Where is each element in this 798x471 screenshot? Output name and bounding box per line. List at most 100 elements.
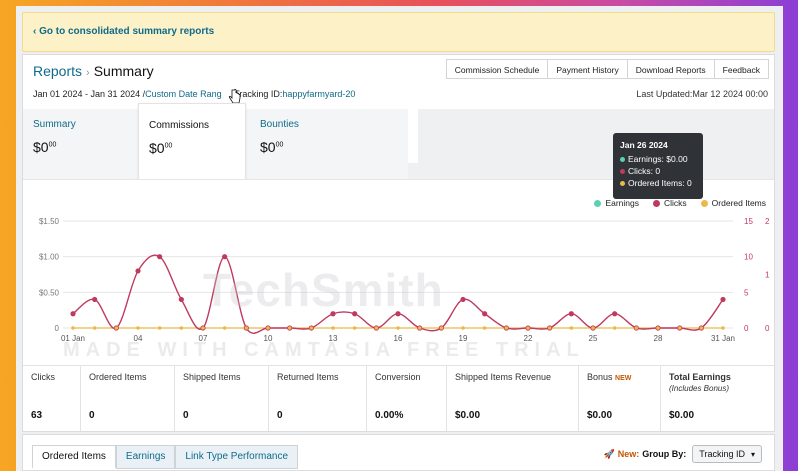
ordered-items-point xyxy=(699,326,704,330)
summary-tile-value: $000 xyxy=(33,139,57,155)
clicks-point xyxy=(482,311,488,317)
new-label: New: xyxy=(617,449,640,459)
clicks-point xyxy=(92,296,98,303)
ordered-items-point xyxy=(287,326,292,330)
ordered-items-point xyxy=(352,326,357,330)
ordered-items-point xyxy=(591,326,595,330)
ordered-items-point xyxy=(396,326,400,330)
ordered-items-point xyxy=(656,326,660,330)
y-right-clicks-tick: 5 xyxy=(744,288,749,297)
ordered-items-tab[interactable]: Ordered Items xyxy=(32,445,116,469)
ordered-items-point xyxy=(157,326,162,330)
ordered-items-point xyxy=(569,326,574,330)
ordered-items-point xyxy=(374,326,379,330)
earnings-tab[interactable]: Earnings xyxy=(115,445,176,469)
last-updated: Last Updated:Mar 12 2024 00:00 xyxy=(636,89,768,99)
tooltip-earnings-dot-icon xyxy=(620,156,625,162)
tooltip-earnings: Earnings: $0.00 xyxy=(628,154,688,164)
ordered-items-point xyxy=(461,326,465,330)
group-by-select[interactable]: Tracking ID ▾ xyxy=(692,445,762,463)
summary-filler xyxy=(408,109,774,179)
ordered-items-point xyxy=(504,326,509,330)
stat-bonus: Bonus NEW $0.00 xyxy=(579,366,661,431)
download-reports-tab[interactable]: Download Reports xyxy=(626,59,714,79)
camtasia-watermark: MADE WITH CAMTASIA FREE TRIAL xyxy=(63,339,585,361)
tooltip-date: Jan 26 2024 xyxy=(620,140,668,150)
ordered-items-point xyxy=(547,326,552,330)
tracking-id-link[interactable]: happyfarmyard-20 xyxy=(282,89,355,99)
x-tick: 28 xyxy=(654,334,663,343)
ordered-items-point xyxy=(244,326,249,330)
date-range-row: Jan 01 2024 - Jan 31 2024 /Custom Date R… xyxy=(33,89,355,99)
commissions-tile[interactable]: Commissions $000 xyxy=(138,103,246,183)
y-right-clicks-tick: 15 xyxy=(744,217,753,226)
group-by-label: Group By: xyxy=(642,449,687,459)
ordered-items-point xyxy=(612,326,617,330)
breadcrumb: Reports › Summary xyxy=(33,63,154,79)
clicks-point xyxy=(568,311,574,317)
chevron-down-icon: ▾ xyxy=(750,449,755,459)
ordered-items-point xyxy=(92,326,97,330)
summary-tile[interactable]: Summary $000 xyxy=(23,109,138,179)
breadcrumb-reports-link[interactable]: Reports xyxy=(33,63,82,79)
y-right-ordered-tick: 2 xyxy=(765,217,770,226)
chart-tooltip: Jan 26 2024 Earnings: $0.00 Clicks: 0 Or… xyxy=(613,133,703,199)
ordered-items-point xyxy=(677,326,682,330)
stats-row: Clicks 63 Ordered Items 0 Shipped Items 0 R… xyxy=(23,365,774,431)
ordered-items-point xyxy=(222,326,227,330)
stat-clicks: Clicks 63 xyxy=(23,366,81,431)
report-tabs: Commission Schedule Payment History Down… xyxy=(445,59,769,79)
y-left-tick: $0.50 xyxy=(39,288,60,297)
tooltip-ordered-dot-icon xyxy=(620,180,625,186)
y-left-tick: $1.50 xyxy=(39,217,60,226)
clicks-point xyxy=(720,296,726,303)
techsmith-watermark: TechSmith xyxy=(203,264,444,316)
ordered-items-point xyxy=(179,326,184,330)
summary-tile-label: Summary xyxy=(33,119,76,130)
consolidated-banner: ‹ Go to consolidated summary reports xyxy=(22,12,775,52)
summary-divider xyxy=(408,109,418,163)
group-by: 🚀 New: Group By: Tracking ID ▾ xyxy=(604,445,762,463)
link-type-performance-tab[interactable]: Link Type Performance xyxy=(175,445,299,469)
stat-shipped-revenue: Shipped Items Revenue $0.00 xyxy=(447,366,579,431)
tracking-id-label: Tracking ID: xyxy=(234,89,283,99)
stat-returned-items: Returned Items 0 xyxy=(269,366,367,431)
ordered-items-point xyxy=(482,326,487,330)
tooltip-ordered: Ordered Items: 0 xyxy=(628,178,692,188)
commissions-tile-value: $000 xyxy=(149,140,173,156)
ordered-items-point xyxy=(71,326,75,330)
ordered-items-point xyxy=(114,326,119,330)
app-frame: ‹ Go to consolidated summary reports Rep… xyxy=(16,6,783,471)
bounties-tile-value: $000 xyxy=(260,139,284,155)
ordered-items-point xyxy=(526,326,530,330)
new-badge: NEW xyxy=(615,375,632,382)
custom-date-range-link[interactable]: Custom Date Rang xyxy=(145,89,222,99)
date-range-text: Jan 01 2024 - Jan 31 2024 / xyxy=(33,89,146,99)
ordered-items-point xyxy=(721,326,725,330)
y-right-clicks-tick: 0 xyxy=(744,324,749,333)
x-tick: 25 xyxy=(589,334,598,343)
feedback-tab[interactable]: Feedback xyxy=(713,59,769,79)
clicks-point xyxy=(178,296,184,303)
y-left-tick: $1.00 xyxy=(39,253,60,262)
ordered-items-point xyxy=(266,326,270,330)
stat-conversion: Conversion 0.00% xyxy=(367,366,447,431)
y-right-ordered-tick: 1 xyxy=(765,271,770,280)
ordered-items-point xyxy=(634,326,639,330)
stat-shipped-items: Shipped Items 0 xyxy=(175,366,269,431)
clicks-point xyxy=(460,296,466,303)
tooltip-clicks: Clicks: 0 xyxy=(628,166,661,176)
payment-history-tab[interactable]: Payment History xyxy=(547,59,627,79)
bounties-tile[interactable]: Bounties $000 xyxy=(246,109,408,179)
commission-schedule-tab[interactable]: Commission Schedule xyxy=(445,59,548,79)
y-right-clicks-tick: 10 xyxy=(744,253,753,262)
stat-total-earnings: Total Earnings (Includes Bonus) $0.00 xyxy=(669,372,731,421)
page-title: Summary xyxy=(93,63,154,79)
clicks-point xyxy=(222,254,228,260)
bottom-tabs: Ordered Items Earnings Link Type Perform… xyxy=(32,445,299,469)
ordered-items-point xyxy=(201,326,205,330)
ordered-items-point xyxy=(417,326,422,330)
bounties-tile-label: Bounties xyxy=(260,119,299,130)
consolidated-reports-link[interactable]: ‹ Go to consolidated summary reports xyxy=(33,26,214,37)
ordered-items-point xyxy=(331,326,335,330)
